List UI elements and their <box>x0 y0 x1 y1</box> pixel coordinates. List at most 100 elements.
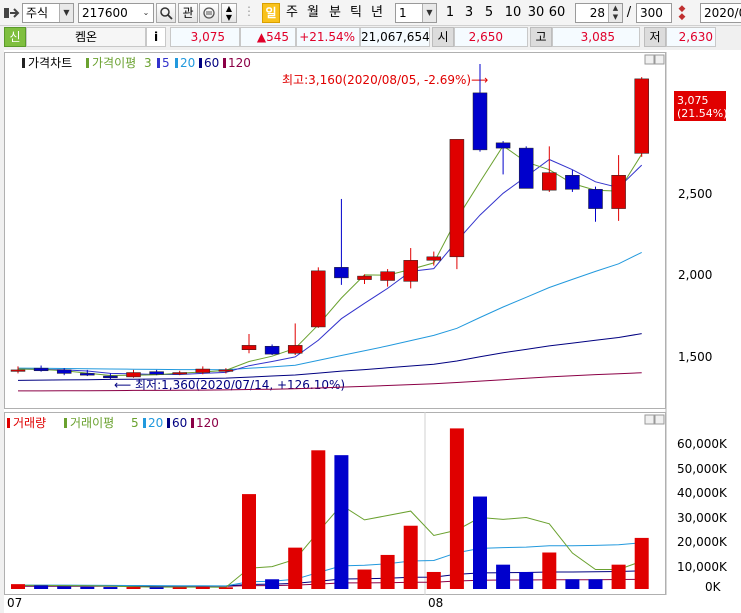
preset-1-button[interactable]: 1 <box>443 3 457 23</box>
settings-icon[interactable]: ◆ ◆ <box>675 5 689 22</box>
favorites-button[interactable]: 관 <box>178 3 198 23</box>
low-label: 저 <box>644 27 666 47</box>
legend-marker <box>7 418 10 428</box>
ma3-label: 3 <box>144 56 152 70</box>
chart-svg: 가격차트 가격이평 3 5 20 60 120 거래량 거래이평 5 20 60… <box>4 52 728 610</box>
volume-bar <box>449 428 464 589</box>
count-slash: / <box>626 5 632 20</box>
info-button[interactable]: i <box>146 27 166 47</box>
total-count-input[interactable]: 300 <box>636 3 672 23</box>
search-button[interactable] <box>156 3 176 23</box>
high-price: 3,085 <box>552 27 640 47</box>
link-button[interactable] <box>199 3 219 23</box>
volume-bar <box>149 587 164 589</box>
vma5-label: 5 <box>131 416 139 430</box>
display-count-input[interactable]: 28 ▲ ▼ <box>575 3 623 23</box>
current-price: 3,075 <box>170 27 240 47</box>
price-tick-label: 2,500 <box>678 187 712 201</box>
price-change: ▲545 <box>240 27 296 47</box>
stock-code-input[interactable]: 217600 ⌄ <box>78 3 154 23</box>
price-ma-label: 가격이평 <box>92 56 136 70</box>
candle-body <box>588 189 603 209</box>
period-day-button[interactable]: 일 <box>262 3 280 23</box>
volume-bar <box>634 537 649 589</box>
restore-icon[interactable] <box>644 54 655 65</box>
date-input[interactable]: 2020/0 <box>700 3 741 23</box>
preset-10-button[interactable]: 10 <box>503 3 523 23</box>
candle-body <box>172 372 187 375</box>
volume-bar <box>242 494 256 589</box>
candle-body <box>380 271 395 281</box>
spin-updown-button[interactable]: ▲ ▼ <box>221 3 237 23</box>
display-count-value: 28 <box>589 6 605 20</box>
price-tick-label: 1,500 <box>678 350 712 364</box>
period-minute-button[interactable]: 분 <box>326 3 344 23</box>
period-year-button[interactable]: 년 <box>368 3 386 23</box>
price-tick-label: 2,000 <box>678 268 712 282</box>
link-icon <box>203 7 215 19</box>
price-y-axis: 2,500 2,000 1,500 <box>678 187 712 364</box>
candle-body <box>195 368 211 373</box>
ma5-label: 5 <box>162 56 170 70</box>
candle-body <box>80 373 95 376</box>
volume-tick-label: 30,000K <box>677 511 728 525</box>
legend-marker <box>167 418 170 428</box>
market-type-value: 주식 <box>26 6 49 20</box>
vma120-label: 120 <box>196 416 219 430</box>
stock-code-value: 217600 <box>82 6 128 20</box>
candle-body <box>103 375 118 379</box>
preset-5-button[interactable]: 5 <box>482 3 496 23</box>
volume-y-axis: 60,000K 50,000K 40,000K 30,000K 20,000K … <box>677 437 728 594</box>
chevron-down-icon[interactable]: ▼ <box>59 4 73 22</box>
toolbar-divider: ⋮ <box>243 4 255 18</box>
candle-body <box>311 270 326 328</box>
candle-body <box>10 369 26 372</box>
volume-tick-label: 10,000K <box>677 560 728 574</box>
preset-30-button[interactable]: 30 <box>526 3 546 23</box>
dock-icon[interactable] <box>4 6 20 20</box>
spin-icon[interactable]: ▲ ▼ <box>608 4 622 22</box>
candle-body <box>565 175 580 190</box>
candle-body <box>287 345 303 354</box>
chevron-down-icon[interactable]: ▼ <box>422 4 436 22</box>
legend-marker <box>22 58 25 68</box>
chevron-down-icon[interactable]: ⌄ <box>139 4 153 22</box>
current-price-marker: 3,075 (21.54%) <box>674 91 728 121</box>
preset-60-button[interactable]: 60 <box>547 3 567 23</box>
volume-bar <box>11 584 25 589</box>
quote-info-row: 신 켐온 i 3,075 ▲545 +21.54% 21,067,654 시 2… <box>0 26 741 48</box>
volume-panel-window-buttons[interactable] <box>644 414 665 425</box>
volume-bar <box>80 586 95 589</box>
volume-bar <box>172 587 187 589</box>
candle-body <box>403 260 418 282</box>
candle-body <box>33 367 49 372</box>
candle-body <box>426 256 442 261</box>
total-count-value: 300 <box>640 6 663 20</box>
stock-name: 켐온 <box>26 27 146 47</box>
candle-body <box>264 345 280 355</box>
volume-bar <box>588 579 603 589</box>
interval-select[interactable]: 1 ▼ <box>395 3 437 23</box>
toolbar: 주식 ▼ 217600 ⌄ 관 ▲ ▼ ⋮ 일 주 월 분 틱 년 1 ▼ 1 3… <box>0 0 741 26</box>
legend-marker <box>191 418 194 428</box>
market-type-select[interactable]: 주식 ▼ <box>22 3 74 23</box>
x-axis-label-08: 08 <box>428 596 443 610</box>
candle-body <box>357 275 372 280</box>
volume-bar <box>195 586 210 589</box>
candle-body <box>149 371 164 375</box>
price-panel-window-buttons[interactable] <box>644 54 665 65</box>
candle-body <box>126 372 141 378</box>
period-tick-button[interactable]: 틱 <box>347 3 365 23</box>
volume-bar <box>126 587 141 589</box>
volume-tick-label: 50,000K <box>677 462 728 476</box>
preset-3-button[interactable]: 3 <box>462 3 476 23</box>
period-week-button[interactable]: 주 <box>283 3 301 23</box>
volume-bar <box>496 564 511 589</box>
period-month-button[interactable]: 월 <box>304 3 322 23</box>
close-icon[interactable] <box>654 414 665 425</box>
interval-value: 1 <box>399 6 407 20</box>
restore-icon[interactable] <box>644 414 655 425</box>
volume-tick-label: 0K <box>705 580 722 594</box>
close-icon[interactable] <box>654 54 665 65</box>
volume-bar <box>57 586 72 589</box>
